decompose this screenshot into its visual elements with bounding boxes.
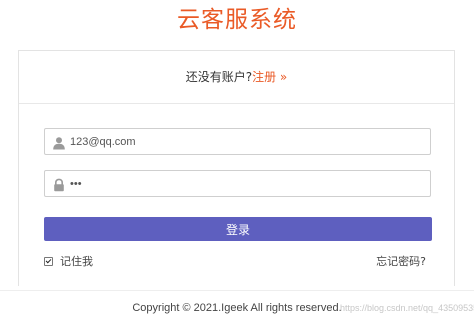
password-input[interactable] [70,171,425,196]
remember-me-label: 记住我 [60,255,93,268]
forgot-password-link[interactable]: 忘记密码? [376,254,426,270]
register-prompt-row: 还没有账户?注册 » [19,51,454,104]
email-field[interactable] [44,128,431,155]
register-link[interactable]: 注册 » [252,70,287,84]
email-input[interactable] [70,129,425,154]
watermark-text: https://blog.csdn.net/qq_43509535 [340,303,474,313]
login-page: 云客服系统 还没有账户?注册 » 登录 [0,0,474,321]
password-field[interactable] [44,170,431,197]
remember-me-checkbox[interactable] [44,256,53,266]
lock-icon [52,177,66,192]
login-card: 还没有账户?注册 » 登录 记住我 忘记密码? [18,50,455,286]
remember-me[interactable]: 记住我 [44,254,93,270]
footer-divider [0,290,474,291]
app-title: 云客服系统 [177,7,297,33]
register-prompt-text: 还没有账户? [185,70,253,84]
login-button[interactable]: 登录 [44,217,432,241]
user-icon [52,135,66,150]
